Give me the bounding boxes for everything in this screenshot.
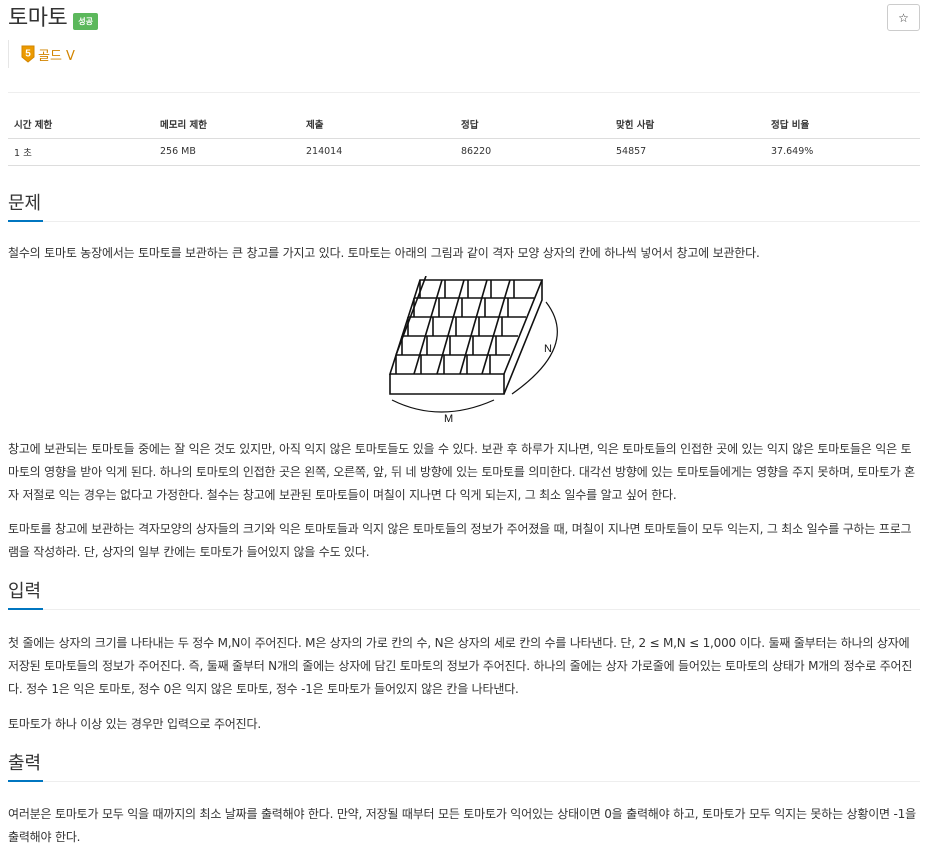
- accept-rate-value: 37.649%: [765, 138, 920, 166]
- problem-page: 토마토 성공 ☆ 5 골드 V 시간 제한 메모리 제한 제출 정답 맞힌 사람…: [8, 0, 920, 867]
- output-section-title: 출력: [8, 750, 44, 782]
- m-dimension-arc: [391, 399, 495, 413]
- input-description-p2: 토마토가 하나 이상 있는 경우만 입력으로 주어진다.: [8, 717, 261, 731]
- table-row: 1 초 256 MB 214014 86220 54857 37.649%: [8, 138, 920, 166]
- output-description-p1: 여러분은 토마토가 모두 익을 때까지의 최소 날짜를 출력해야 한다. 만약,…: [8, 807, 916, 844]
- tier-label[interactable]: 골드 V: [38, 45, 75, 64]
- solved-users-value: 54857: [610, 138, 765, 166]
- tier-number: 5: [25, 49, 31, 60]
- problem-description-p3: 토마토를 창고에 보관하는 격자모양의 상자들의 크기와 익은 토마토들과 익지…: [8, 522, 912, 559]
- box-grid-top: [388, 275, 544, 375]
- n-label: N: [544, 343, 552, 355]
- header-accept-rate: 정답 비율: [765, 111, 920, 139]
- m-label: M: [444, 413, 453, 425]
- header-time-limit: 시간 제한: [8, 111, 154, 139]
- submissions-value: 214014: [300, 138, 455, 166]
- memory-limit-value: 256 MB: [154, 138, 300, 166]
- page-title: 토마토: [8, 6, 68, 31]
- accepted-value: 86220: [455, 138, 610, 166]
- title-row: 토마토 성공: [8, 4, 98, 34]
- input-section-title: 입력: [8, 578, 44, 610]
- problem-description-p2: 창고에 보관되는 토마토들 중에는 잘 익은 것도 있지만, 아직 익지 않은 …: [8, 442, 915, 502]
- time-limit-value: 1 초: [8, 138, 154, 166]
- problem-description-p1: 철수의 토마토 농장에서는 토마토를 보관하는 큰 창고를 가지고 있다. 토마…: [8, 246, 760, 260]
- problem-info-table: 시간 제한 메모리 제한 제출 정답 맞힌 사람 정답 비율 1 초 256 M…: [8, 111, 920, 166]
- output-section-header: 출력: [8, 750, 920, 782]
- star-button[interactable]: ☆: [887, 4, 920, 31]
- problem-section-title: 문제: [8, 190, 44, 222]
- result-badge: 성공: [73, 12, 98, 30]
- header-submissions: 제출: [300, 111, 455, 139]
- input-description-p1: 첫 줄에는 상자의 크기를 나타내는 두 정수 M,N이 주어진다. M은 상자…: [8, 636, 913, 696]
- header-solved-users: 맞힌 사람: [610, 111, 765, 139]
- divider: [8, 92, 920, 93]
- header-accepted: 정답: [455, 111, 610, 139]
- gold-tier-icon: 5: [21, 45, 35, 63]
- tomato-box-figure: M N: [380, 275, 560, 426]
- header-memory-limit: 메모리 제한: [154, 111, 300, 139]
- star-icon: ☆: [898, 10, 909, 25]
- input-section-header: 입력: [8, 578, 920, 610]
- table-header-row: 시간 제한 메모리 제한 제출 정답 맞힌 사람 정답 비율: [8, 111, 920, 139]
- tier-row: 5 골드 V: [8, 40, 75, 68]
- problem-section-header: 문제: [8, 190, 920, 222]
